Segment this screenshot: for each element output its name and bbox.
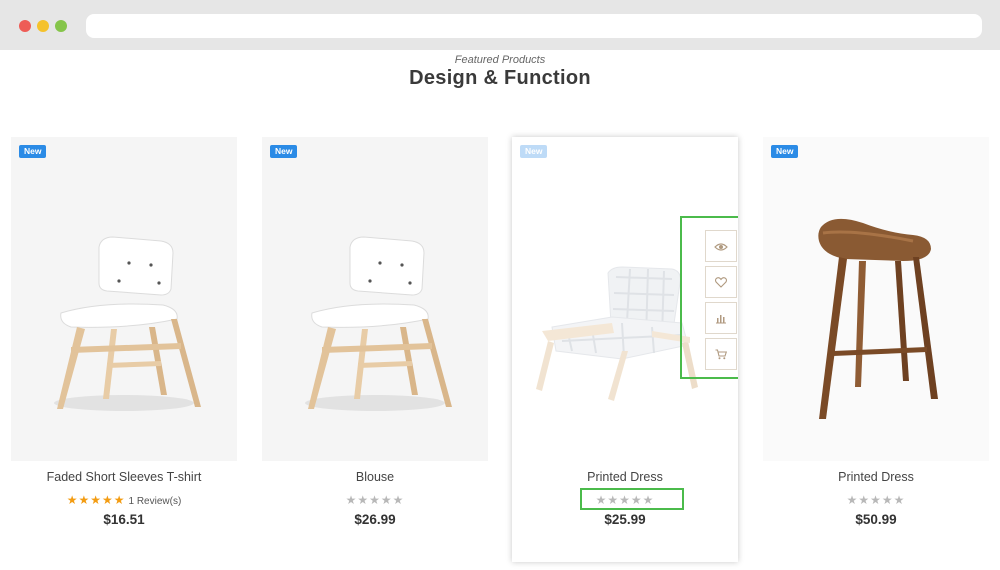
- new-badge: New: [19, 145, 47, 158]
- quick-view-button[interactable]: [705, 230, 737, 262]
- maximize-window-button[interactable]: [55, 20, 67, 32]
- bar-chart-icon: [716, 314, 726, 324]
- stars-icon: ★★★★★: [846, 493, 906, 507]
- product-card[interactable]: New Blouse ★★★★★ $26.99: [262, 137, 488, 562]
- rating-highlight: [580, 488, 684, 510]
- stool-image: [818, 218, 938, 419]
- product-name[interactable]: Printed Dress: [763, 470, 989, 484]
- compare-button[interactable]: [705, 302, 737, 334]
- product-card[interactable]: New Printed Dress ★★★★★ $25.99: [512, 137, 738, 562]
- minimize-window-button[interactable]: [37, 20, 49, 32]
- heart-icon: [714, 277, 728, 289]
- star-rating: ★★★★★: [262, 493, 488, 507]
- add-to-cart-button[interactable]: [705, 338, 737, 370]
- wishlist-button[interactable]: [705, 266, 737, 298]
- star-rating: ★★★★★: [763, 493, 989, 507]
- product-card[interactable]: New Printed Dress ★★★★★ $50.99: [763, 137, 989, 562]
- product-price: $26.99: [354, 512, 396, 527]
- new-badge: New: [771, 145, 799, 158]
- product-image-area[interactable]: New: [512, 137, 738, 461]
- new-badge: New: [270, 145, 298, 158]
- hover-actions-highlight: [680, 216, 738, 379]
- product-card[interactable]: New Faded Short Sleeves T-shirt ★★★★★ 1 R…: [11, 137, 237, 562]
- new-badge: New: [520, 145, 548, 158]
- cart-icon: [715, 349, 728, 360]
- browser-chrome: [0, 0, 1000, 50]
- stars-icon: ★★★★★: [345, 493, 405, 507]
- star-rating: ★★★★★ 1 Review(s): [11, 493, 237, 507]
- product-price: $50.99: [855, 512, 897, 527]
- product-name[interactable]: Blouse: [262, 470, 488, 484]
- section-title: Design & Function: [409, 67, 591, 89]
- close-window-button[interactable]: [19, 20, 31, 32]
- product-image-area[interactable]: New: [11, 137, 237, 461]
- chair-image: [305, 236, 452, 411]
- address-bar[interactable]: [86, 14, 982, 38]
- stars-icon: ★★★★★: [66, 493, 126, 507]
- eye-icon: [714, 243, 728, 251]
- product-price: $16.51: [103, 512, 145, 527]
- section-subtitle: Featured Products: [454, 54, 546, 66]
- chair-image: [54, 236, 201, 411]
- product-image-area[interactable]: New: [763, 137, 989, 461]
- product-name[interactable]: Printed Dress: [512, 470, 738, 484]
- product-name[interactable]: Faded Short Sleeves T-shirt: [11, 470, 237, 484]
- review-count[interactable]: 1 Review(s): [129, 496, 182, 507]
- product-price: $25.99: [604, 512, 646, 527]
- product-image-area[interactable]: New: [262, 137, 488, 461]
